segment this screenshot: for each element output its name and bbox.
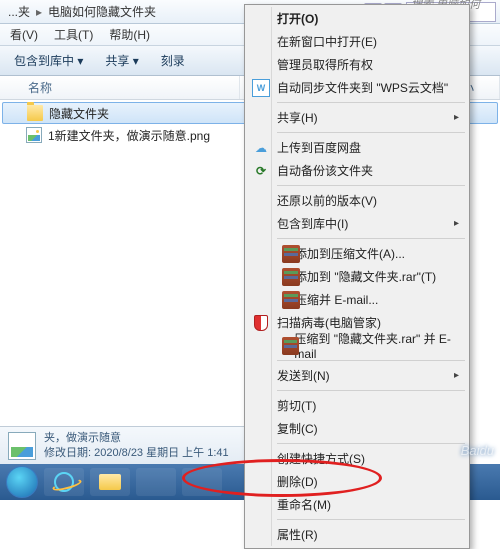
ctx-wps-sync[interactable]: W自动同步文件夹到 "WPS云文档" [247,76,467,99]
separator [277,519,465,520]
include-library-button[interactable]: 包含到库中 ▾ [4,49,93,72]
start-button[interactable] [6,466,38,498]
file-name: 1新建文件夹，做演示随意.png [48,127,210,144]
taskbar-explorer[interactable] [90,468,130,496]
ctx-add-archive[interactable]: 添加到压缩文件(A)... [247,242,467,265]
separator [277,238,465,239]
taskbar-ie[interactable] [44,468,84,496]
menu-view[interactable]: 看(V) [2,24,46,45]
ctx-baidu-upload[interactable]: ☁上传到百度网盘 [247,136,467,159]
image-icon [26,127,42,143]
column-name[interactable]: 名称 [0,76,240,99]
breadcrumb-sep-icon: ▸ [34,5,44,19]
burn-button[interactable]: 刻录 [151,49,195,72]
ctx-cut[interactable]: 剪切(T) [247,394,467,417]
status-bar: 夹，做演示随意 修改日期: 2020/8/23 星期日 上午 1:41 [0,426,260,464]
ctx-compress-rar-email[interactable]: 压缩到 "隐藏文件夹.rar" 并 E-mail [247,334,467,357]
separator [277,390,465,391]
context-menu: 打开(O) 在新窗口中打开(E) 管理员取得所有权 W自动同步文件夹到 "WPS… [244,4,470,549]
share-button[interactable]: 共享 ▾ [95,49,148,72]
watermark: Baidu [461,443,494,458]
explorer-icon [99,474,121,490]
ctx-copy[interactable]: 复制(C) [247,417,467,440]
rar-icon [282,268,300,286]
ctx-add-rar[interactable]: 添加到 "隐藏文件夹.rar"(T) [247,265,467,288]
ctx-include-library[interactable]: 包含到库中(I) [247,212,467,235]
ctx-auto-backup[interactable]: ⟳自动备份该文件夹 [247,159,467,182]
rar-icon [282,291,300,309]
status-text: 夹，做演示随意 修改日期: 2020/8/23 星期日 上午 1:41 [44,431,229,460]
explorer-window: ...夹 ▸ 电脑如何隐藏文件夹 ▾ ↻ 搜索 电脑如何隐... 看(V) 工具… [0,0,500,500]
refresh-icon: ⟳ [252,162,270,180]
folder-icon [27,105,43,121]
rar-icon [282,337,299,355]
taskbar-app[interactable] [182,468,222,496]
ctx-delete[interactable]: 删除(D) [247,470,467,493]
separator [277,443,465,444]
taskbar-app[interactable] [136,468,176,496]
breadcrumb-seg[interactable]: 电脑如何隐藏文件夹 [44,3,160,20]
ctx-rename[interactable]: 重命名(M) [247,493,467,516]
cloud-icon: ☁ [252,139,270,157]
menu-help[interactable]: 帮助(H) [101,24,158,45]
separator [277,132,465,133]
breadcrumb-seg[interactable]: ...夹 [4,3,34,20]
ctx-restore-previous[interactable]: 还原以前的版本(V) [247,189,467,212]
ctx-properties[interactable]: 属性(R) [247,523,467,546]
separator [277,102,465,103]
shield-icon [252,314,270,332]
ctx-send-to[interactable]: 发送到(N) [247,364,467,387]
ctx-open[interactable]: 打开(O) [247,7,467,30]
ctx-open-new-window[interactable]: 在新窗口中打开(E) [247,30,467,53]
ctx-compress-email[interactable]: 压缩并 E-mail... [247,288,467,311]
rar-icon [282,245,300,263]
ie-icon [54,472,74,492]
ctx-share[interactable]: 共享(H) [247,106,467,129]
separator [277,185,465,186]
file-name: 隐藏文件夹 [49,105,109,122]
status-thumbnail-icon [8,432,36,460]
ctx-create-shortcut[interactable]: 创建快捷方式(S) [247,447,467,470]
ctx-admin-ownership[interactable]: 管理员取得所有权 [247,53,467,76]
menu-tools[interactable]: 工具(T) [46,24,101,45]
wps-icon: W [252,79,270,97]
